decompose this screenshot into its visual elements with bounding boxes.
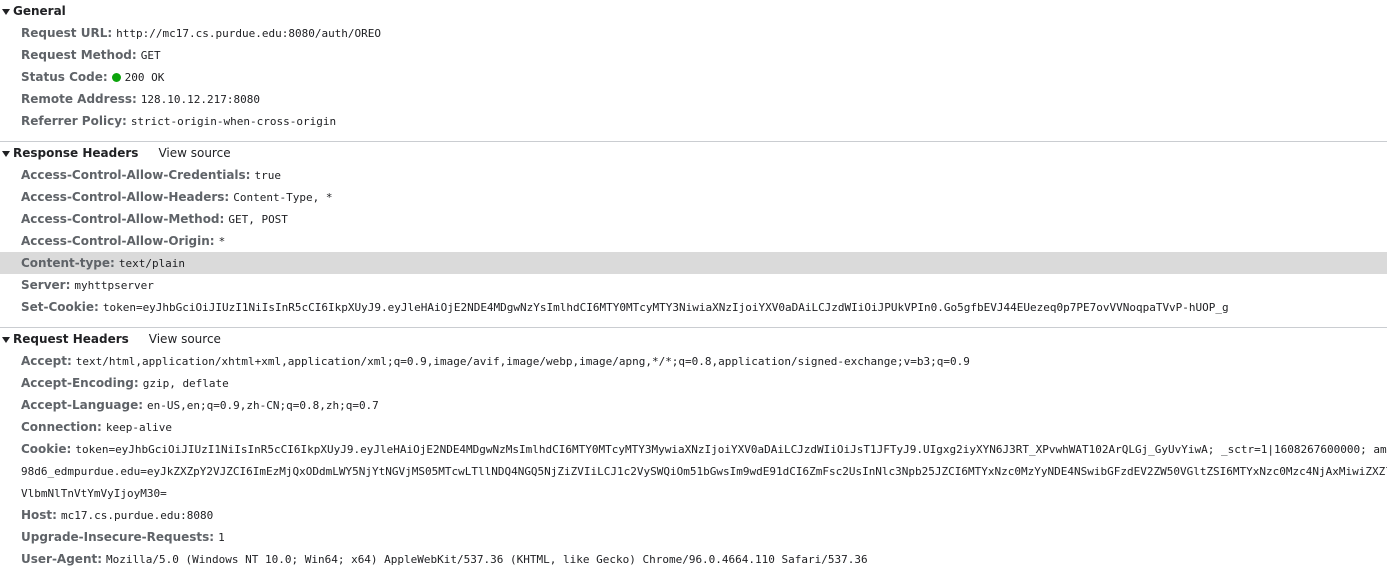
section-title: General: [13, 4, 66, 18]
general-section-header[interactable]: General: [0, 0, 1387, 22]
header-value: en-US,en;q=0.9,zh-CN;q=0.8,zh;q=0.7: [147, 399, 379, 412]
request-headers-section: Request Headers View source Accept: text/…: [0, 328, 1387, 570]
header-value: keep-alive: [105, 421, 173, 434]
header-row: Access-Control-Allow-Credentials: true: [0, 164, 1387, 186]
header-value: myhttpserver: [74, 279, 154, 292]
header-value: text/html,application/xhtml+xml,applicat…: [75, 355, 970, 368]
header-row: Request Method: GET: [0, 44, 1387, 66]
header-value: 200 OK: [124, 71, 165, 84]
header-key: Accept:: [21, 354, 72, 368]
header-row-continuation: VlbmNlTnVtYmVyIjoyM30=: [0, 482, 1387, 504]
header-key: Accept-Language:: [21, 398, 144, 412]
request-headers-header[interactable]: Request Headers View source: [0, 328, 1387, 350]
header-value: Mozilla/5.0 (Windows NT 10.0; Win64; x64…: [106, 553, 868, 566]
header-value: GET, POST: [228, 213, 288, 226]
header-key: Cookie:: [21, 442, 72, 456]
header-row: Remote Address: 128.10.12.217:8080: [0, 88, 1387, 110]
section-title: Request Headers: [13, 332, 129, 346]
header-value: token=eyJhbGciOiJIUzI1NiIsInR5cCI6IkpXUy…: [75, 443, 1387, 456]
header-row: Request URL: http://mc17.cs.purdue.edu:80…: [0, 22, 1387, 44]
status-success-icon: [111, 73, 121, 82]
header-value: true: [254, 169, 281, 182]
general-section: General Request URL: http://mc17.cs.purdu…: [0, 0, 1387, 142]
response-headers-section: Response Headers View source Access-Cont…: [0, 142, 1387, 328]
header-value: http://mc17.cs.purdue.edu:8080/auth/OREO: [116, 27, 382, 40]
view-source-link[interactable]: View source: [158, 146, 230, 160]
triangle-down-icon[interactable]: [2, 150, 10, 157]
header-row: Cookie: token=eyJhbGciOiJIUzI1NiIsInR5cCI…: [0, 438, 1387, 460]
header-key: Access-Control-Allow-Origin:: [21, 234, 215, 248]
header-key: Accept-Encoding:: [21, 376, 139, 390]
header-row: Access-Control-Allow-Method: GET, POST: [0, 208, 1387, 230]
header-row: Set-Cookie: token=eyJhbGciOiJIUzI1NiIsInR…: [0, 296, 1387, 318]
header-value: mc17.cs.purdue.edu:8080: [60, 509, 214, 522]
header-key: Connection:: [21, 420, 102, 434]
header-row: Server: myhttpserver: [0, 274, 1387, 296]
header-row: Accept: text/html,application/xhtml+xml,a…: [0, 350, 1387, 372]
header-key: Referrer Policy:: [21, 114, 127, 128]
header-row: Access-Control-Allow-Headers: Content-Typ…: [0, 186, 1387, 208]
header-key: Host:: [21, 508, 57, 522]
header-value: GET: [140, 49, 161, 62]
header-key: Access-Control-Allow-Headers:: [21, 190, 230, 204]
header-key: Request URL:: [21, 26, 113, 40]
response-headers-header[interactable]: Response Headers View source: [0, 142, 1387, 164]
header-value-continuation: VlbmNlTnVtYmVyIjoyM30=: [21, 487, 167, 500]
header-key: User-Agent:: [21, 552, 103, 566]
header-value: Content-Type, *: [233, 191, 333, 204]
section-title: Response Headers: [13, 146, 139, 160]
triangle-down-icon[interactable]: [2, 336, 10, 343]
header-key: Remote Address:: [21, 92, 137, 106]
header-row: Accept-Language: en-US,en;q=0.9,zh-CN;q=0…: [0, 394, 1387, 416]
header-value: token=eyJhbGciOiJIUzI1NiIsInR5cCI6IkpXUy…: [102, 301, 1229, 314]
header-row: Status Code: 200 OK: [0, 66, 1387, 88]
header-row-continuation: 98d6_edmpurdue.edu=eyJkZXZpY2VJZCI6ImEzM…: [0, 460, 1387, 482]
header-key: Content-type:: [21, 256, 115, 270]
header-key: Server:: [21, 278, 71, 292]
header-key: Request Method:: [21, 48, 137, 62]
header-row: User-Agent: Mozilla/5.0 (Windows NT 10.0;…: [0, 548, 1387, 570]
header-row: Referrer Policy: strict-origin-when-cross…: [0, 110, 1387, 132]
header-value: gzip, deflate: [142, 377, 229, 390]
header-key: Upgrade-Insecure-Requests:: [21, 530, 215, 544]
header-value: strict-origin-when-cross-origin: [130, 115, 337, 128]
header-value-continuation: 98d6_edmpurdue.edu=eyJkZXZpY2VJZCI6ImEzM…: [21, 465, 1387, 478]
header-value: text/plain: [118, 257, 186, 270]
header-key: Set-Cookie:: [21, 300, 99, 314]
triangle-down-icon[interactable]: [2, 8, 10, 15]
header-row: Access-Control-Allow-Origin: *: [0, 230, 1387, 252]
header-row: Accept-Encoding: gzip, deflate: [0, 372, 1387, 394]
header-value: 1: [218, 531, 225, 544]
header-value: *: [218, 235, 226, 248]
view-source-link[interactable]: View source: [149, 332, 221, 346]
header-key: Status Code:: [21, 70, 108, 84]
header-key: Access-Control-Allow-Method:: [21, 212, 225, 226]
header-row: Upgrade-Insecure-Requests: 1: [0, 526, 1387, 548]
header-row: Connection: keep-alive: [0, 416, 1387, 438]
header-value: 128.10.12.217:8080: [140, 93, 261, 106]
header-row-selected[interactable]: Content-type: text/plain: [0, 252, 1387, 274]
header-key: Access-Control-Allow-Credentials:: [21, 168, 251, 182]
header-row: Host: mc17.cs.purdue.edu:8080: [0, 504, 1387, 526]
